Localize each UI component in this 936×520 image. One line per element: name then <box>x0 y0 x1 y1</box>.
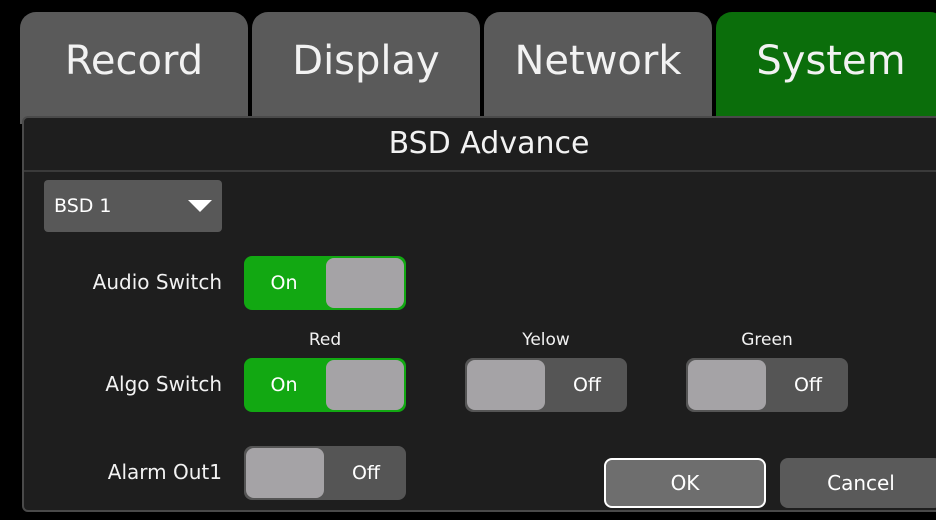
tab-system-label: System <box>756 38 906 84</box>
toggle-knob <box>326 258 404 308</box>
audio-switch-toggle[interactable]: On <box>244 256 406 310</box>
tab-record[interactable]: Record <box>20 12 248 124</box>
algo-green-toggle[interactable]: Off <box>686 358 848 412</box>
tab-system[interactable]: System <box>716 12 936 124</box>
cancel-button[interactable]: Cancel <box>780 458 936 508</box>
tab-record-label: Record <box>64 38 204 84</box>
chevron-down-icon <box>188 200 212 212</box>
algo-switch-label: Algo Switch <box>105 372 222 396</box>
algo-yellow-label: Yelow <box>522 330 570 350</box>
audio-switch-state: On <box>270 272 298 294</box>
algo-yellow-state: Off <box>572 374 602 396</box>
panel-title: BSD Advance <box>388 126 590 161</box>
tab-display[interactable]: Display <box>252 12 480 124</box>
toggle-knob <box>467 360 545 410</box>
tab-display-label: Display <box>292 38 440 84</box>
title-divider <box>24 170 936 172</box>
settings-panel: BSD Advance BSD 1 Audio Switch On Red Ye… <box>22 116 936 512</box>
toggle-knob <box>246 448 324 498</box>
ok-button[interactable]: OK <box>604 458 766 508</box>
alarm-out1-label: Alarm Out1 <box>107 460 222 484</box>
alarm-out1-state: Off <box>351 462 381 484</box>
ok-button-label: OK <box>670 471 700 495</box>
algo-red-toggle[interactable]: On <box>244 358 406 412</box>
algo-green-state: Off <box>793 374 823 396</box>
bsd-channel-dropdown[interactable]: BSD 1 <box>44 180 222 232</box>
audio-switch-label: Audio Switch <box>92 270 222 294</box>
toggle-knob <box>326 360 404 410</box>
dropdown-selected-value: BSD 1 <box>54 195 112 217</box>
algo-green-label: Green <box>741 330 793 350</box>
algo-red-state: On <box>270 374 298 396</box>
alarm-out1-toggle[interactable]: Off <box>244 446 406 500</box>
screen: Record Display Network System BSD Advanc… <box>0 0 936 520</box>
toggle-knob <box>688 360 766 410</box>
tab-network[interactable]: Network <box>484 12 712 124</box>
tab-network-label: Network <box>514 38 682 84</box>
algo-yellow-toggle[interactable]: Off <box>465 358 627 412</box>
algo-red-label: Red <box>308 330 342 350</box>
cancel-button-label: Cancel <box>827 471 895 495</box>
